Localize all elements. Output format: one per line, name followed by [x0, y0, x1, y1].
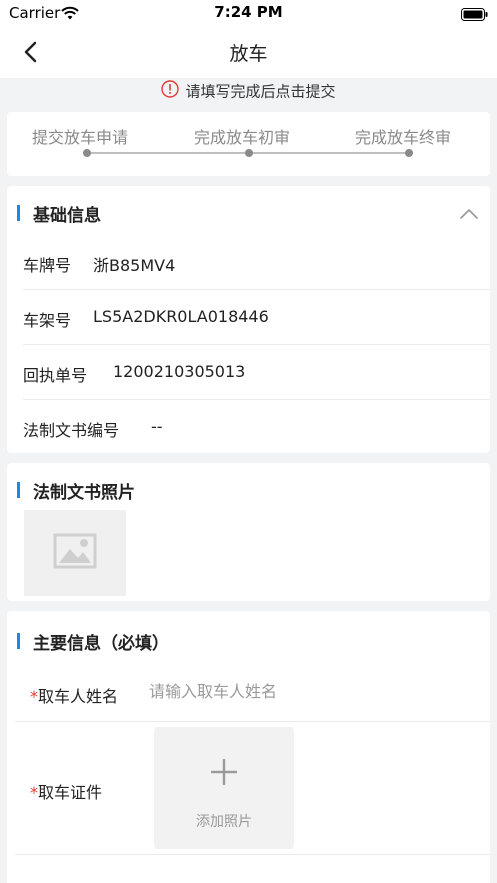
- basic-info-section: 基础信息 车牌号 浙B85MV4 车架号 LS5A2DKR0LA018446 回…: [7, 186, 490, 453]
- row-value: --: [151, 417, 163, 436]
- row-value: LS5A2DKR0LA018446: [93, 307, 269, 326]
- row-label: 车牌号: [23, 256, 72, 275]
- legal-doc-photo-section: 法制文书照片: [7, 463, 490, 601]
- nav-bar: 放车: [0, 26, 497, 78]
- step-1-dot: [83, 149, 91, 157]
- row-label: 回执单号: [23, 366, 88, 385]
- add-photo-label: 添加照片: [196, 814, 252, 830]
- step-1-label: 提交放车申请: [32, 128, 129, 147]
- step-3-dot: [405, 149, 413, 157]
- step-3-label: 完成放车终审: [355, 128, 452, 147]
- page-title: 放车: [229, 43, 268, 65]
- legal-doc-photo[interactable]: [24, 510, 126, 596]
- plus-icon: [209, 757, 239, 791]
- section-accent-bar: [17, 633, 20, 649]
- progress-steps: 提交放车申请 完成放车初审 完成放车终审: [7, 112, 490, 176]
- notice-banner: 请填写完成后点击提交: [0, 80, 497, 107]
- battery-icon: [461, 6, 488, 25]
- section-title-doc-photo: 法制文书照片: [17, 478, 135, 503]
- row-label: 法制文书编号: [23, 421, 120, 440]
- row-receipt-number: 回执单号 1200210305013: [23, 345, 490, 400]
- status-bar: Carrier 7:24 PM: [0, 0, 497, 26]
- image-placeholder-icon: [53, 533, 97, 573]
- row-value: 浙B85MV4: [93, 256, 176, 275]
- pickup-name-label: *取车人姓名: [30, 687, 119, 706]
- section-accent-bar: [17, 205, 20, 221]
- step-2-dot: [245, 149, 253, 157]
- row-value: 1200210305013: [113, 362, 246, 381]
- chevron-up-icon[interactable]: [458, 206, 480, 225]
- row-label: 车架号: [23, 311, 72, 330]
- status-time: 7:24 PM: [214, 3, 283, 21]
- pickup-name-row: *取车人姓名: [15, 668, 490, 722]
- step-2-label: 完成放车初审: [194, 128, 291, 147]
- pickup-name-input[interactable]: [149, 682, 449, 701]
- required-mark: *: [30, 783, 38, 802]
- row-vin: 车架号 LS5A2DKR0LA018446: [23, 290, 490, 345]
- divider: [15, 854, 490, 855]
- section-title-main: 主要信息（必填）: [17, 629, 169, 654]
- row-plate-number: 车牌号 浙B85MV4: [23, 235, 490, 290]
- main-info-section: 主要信息（必填） *取车人姓名 *取车证件 添加照片: [7, 611, 490, 883]
- required-mark: *: [30, 687, 38, 706]
- pickup-id-label: *取车证件: [30, 783, 103, 802]
- section-accent-bar: [17, 482, 20, 498]
- step-connector: [91, 152, 245, 154]
- add-photo-button[interactable]: 添加照片: [154, 727, 294, 849]
- info-icon: [161, 80, 180, 102]
- row-legal-doc-number: 法制文书编号 --: [23, 400, 490, 455]
- section-title-basic: 基础信息: [17, 201, 101, 226]
- notice-text: 请填写完成后点击提交: [185, 82, 336, 101]
- step-connector: [249, 152, 409, 154]
